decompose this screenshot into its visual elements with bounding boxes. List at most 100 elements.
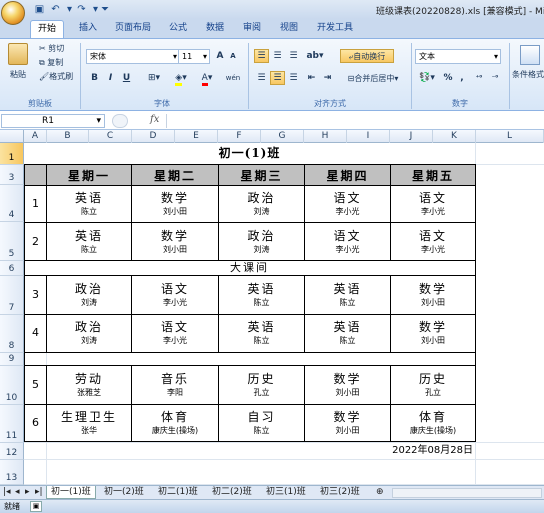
formula-input[interactable] [166, 114, 543, 128]
schedule-cell[interactable]: 数学 刘小田 [305, 366, 390, 404]
align-top-button[interactable]: ☰ [254, 49, 269, 63]
schedule-cell[interactable]: 英语 陈立 [219, 315, 304, 351]
customize-toolbar-icon[interactable]: ⏷ [100, 3, 110, 16]
increase-decimal-button[interactable]: ⁺⁰ [472, 71, 486, 85]
row-header[interactable]: 7 [0, 276, 24, 315]
comma-button[interactable]: , [456, 71, 468, 85]
schedule-cell[interactable]: 体育 康庆生(操场) [391, 405, 475, 441]
currency-button[interactable]: 💱▾ [416, 71, 438, 85]
schedule-cell[interactable]: 历史 孔立 [219, 366, 304, 404]
day-header[interactable]: 星期一 [47, 165, 131, 185]
column-header[interactable]: A [24, 130, 47, 143]
schedule-cell[interactable]: 政治 刘涛 [219, 186, 304, 222]
row-header[interactable]: 11 [0, 405, 24, 443]
period-number[interactable]: 5 [25, 366, 46, 404]
font-color-button[interactable]: A▾ [196, 71, 218, 86]
schedule-cell[interactable]: 政治 刘涛 [219, 223, 304, 260]
period-number[interactable]: 3 [25, 276, 46, 314]
formula-expand-icon[interactable] [112, 114, 128, 128]
column-header[interactable]: F [218, 130, 261, 143]
increase-indent-button[interactable]: ⇥ [320, 71, 335, 85]
schedule-cell[interactable]: 英语 陈立 [47, 186, 131, 222]
period-number[interactable]: 2 [25, 223, 46, 260]
sheet-tab[interactable]: 初二(1)班 [154, 486, 202, 499]
row-header[interactable]: 3 [0, 165, 24, 185]
column-header[interactable]: L [476, 130, 544, 143]
day-header[interactable]: 星期四 [305, 165, 390, 185]
schedule-cell[interactable]: 英语 陈立 [305, 315, 390, 351]
decrease-decimal-button[interactable]: ⁻⁰ [488, 71, 502, 85]
column-header[interactable]: B [47, 130, 89, 143]
row-header[interactable]: 12 [0, 443, 24, 460]
break-row[interactable]: 大课间 [24, 261, 475, 275]
day-header[interactable]: 星期三 [219, 165, 304, 185]
schedule-cell[interactable]: 语文 李小光 [132, 276, 218, 314]
tab-developer[interactable]: 开发工具 [310, 20, 360, 38]
tab-home[interactable]: 开始 [30, 20, 65, 38]
schedule-cell[interactable]: 数学 刘小田 [391, 276, 475, 314]
schedule-cell[interactable]: 语文 李小光 [305, 186, 390, 222]
wrap-text-button[interactable]: ⤶自动换行 [340, 49, 394, 63]
font-size-select[interactable]: 11 ▾ [178, 49, 210, 64]
paste-icon[interactable] [8, 43, 28, 65]
date-cell[interactable]: 2022年08月28日 [274, 443, 473, 459]
row-header[interactable]: 13 [0, 460, 24, 485]
schedule-cell[interactable]: 生理卫生 张华 [47, 405, 131, 441]
tab-review[interactable]: 审阅 [236, 20, 268, 38]
fill-color-button[interactable]: ◈▾ [170, 71, 192, 86]
worksheet-grid[interactable]: 初一(1)班 星期一 星期二 星期三 星期四 星期五 1 英语 陈立 数学 刘小田 政治刘… [24, 143, 544, 485]
column-header[interactable]: C [89, 130, 132, 143]
schedule-cell[interactable]: 劳动 张雅芝 [47, 366, 131, 404]
conditional-format-button[interactable]: 条件格式 [512, 69, 544, 80]
period-number[interactable]: 1 [25, 186, 46, 222]
macro-record-icon[interactable]: ▣ [30, 501, 42, 512]
column-header[interactable]: G [261, 130, 304, 143]
font-name-select[interactable]: 宋体 ▾ [86, 49, 180, 64]
insert-sheet-icon[interactable]: ⊕ [372, 486, 388, 499]
row-header[interactable]: 4 [0, 185, 24, 222]
sheet-tab[interactable]: 初三(1)班 [262, 486, 310, 499]
column-header[interactable]: J [390, 130, 433, 143]
schedule-cell[interactable]: 语文 李小光 [305, 223, 390, 260]
tab-insert[interactable]: 插入 [72, 20, 104, 38]
format-painter-button[interactable]: 🖌格式刷 [39, 71, 73, 82]
schedule-cell[interactable]: 数学 刘小田 [391, 315, 475, 351]
decrease-indent-button[interactable]: ⇤ [304, 71, 319, 85]
italic-button[interactable]: I [104, 71, 117, 85]
merge-center-button[interactable]: ⊟合并后居中▾ [340, 71, 406, 85]
align-center-button[interactable]: ☰ [270, 71, 285, 85]
schedule-cell[interactable]: 语文 李小光 [391, 223, 475, 260]
day-header[interactable]: 星期五 [391, 165, 475, 185]
corner-cell[interactable] [24, 165, 46, 185]
schedule-cell[interactable]: 政治 刘涛 [47, 315, 131, 351]
name-box[interactable]: R1 ▾ [1, 114, 105, 128]
row-header[interactable]: 8 [0, 315, 24, 353]
row-header[interactable]: 9 [0, 353, 24, 366]
schedule-cell[interactable]: 英语 陈立 [47, 223, 131, 260]
tab-page-layout[interactable]: 页面布局 [108, 20, 158, 38]
schedule-cell[interactable]: 历史 孔立 [391, 366, 475, 404]
sheet-tab[interactable]: 初一(1)班 [46, 486, 96, 499]
conditional-format-icon[interactable] [520, 45, 540, 65]
schedule-cell[interactable]: 数学 刘小田 [305, 405, 390, 441]
row-header[interactable]: 1 [0, 143, 24, 165]
shrink-font-button[interactable]: A [227, 49, 239, 63]
number-format-select[interactable]: 文本 ▾ [415, 49, 501, 64]
day-header[interactable]: 星期二 [132, 165, 218, 185]
column-header[interactable]: E [175, 130, 218, 143]
column-header[interactable]: I [347, 130, 390, 143]
fx-icon[interactable]: fx [150, 114, 159, 125]
bold-button[interactable]: B [88, 71, 101, 85]
column-header[interactable]: D [132, 130, 175, 143]
prev-sheet-icon[interactable]: ◂ [14, 486, 21, 499]
schedule-cell[interactable]: 数学 刘小田 [132, 223, 218, 260]
schedule-title[interactable]: 初一(1)班 [24, 143, 475, 164]
schedule-cell[interactable]: 音乐 李阳 [132, 366, 218, 404]
column-header[interactable]: H [304, 130, 347, 143]
sheet-tab[interactable]: 初二(2)班 [208, 486, 256, 499]
schedule-cell[interactable]: 体育 康庆生(操场) [132, 405, 218, 441]
align-middle-button[interactable]: ☰ [270, 49, 285, 63]
select-all-corner[interactable] [0, 130, 24, 143]
row-header[interactable]: 10 [0, 366, 24, 405]
schedule-cell[interactable]: 英语 陈立 [305, 276, 390, 314]
